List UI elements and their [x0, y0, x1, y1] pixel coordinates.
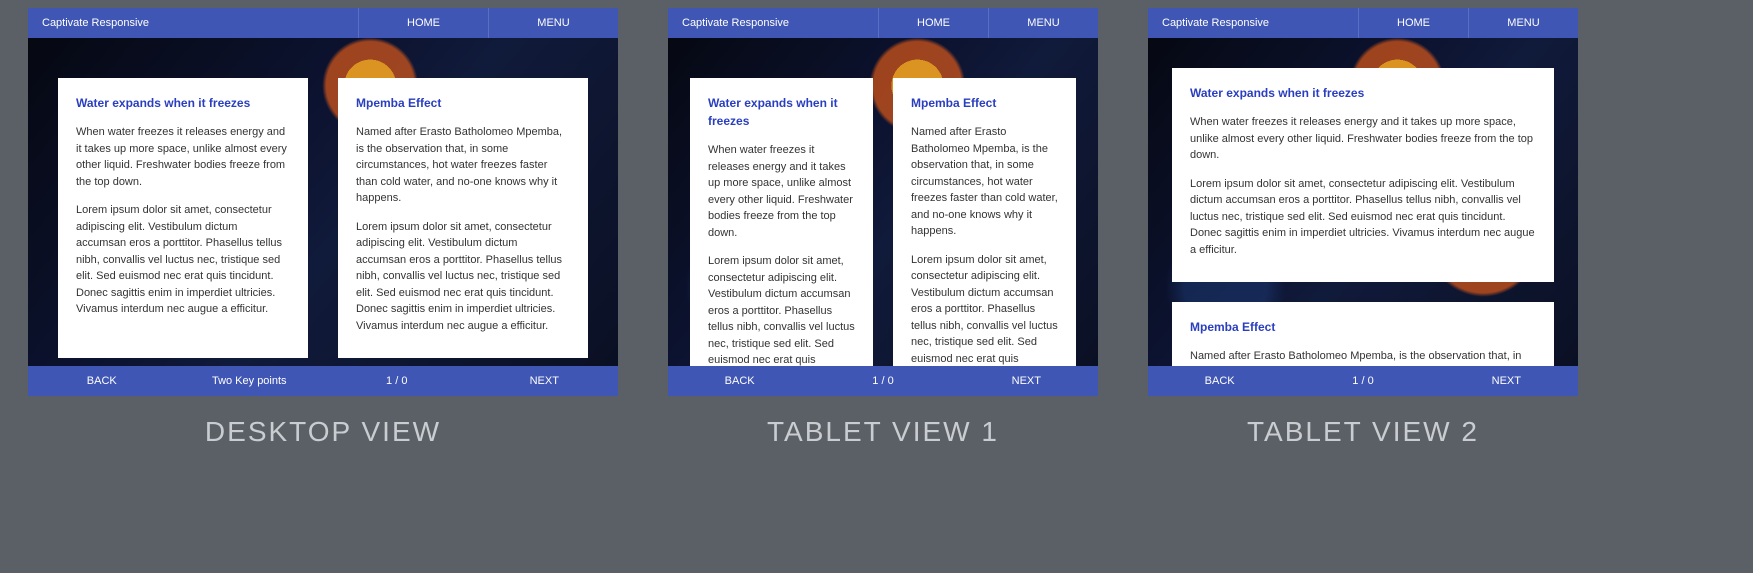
bottom-nav-bar: BACK 1 / 0 NEXT — [668, 366, 1098, 396]
nav-menu[interactable]: MENU — [1468, 8, 1578, 38]
card-paragraph: When water freezes it releases energy an… — [76, 124, 290, 190]
card-title: Water expands when it freezes — [708, 94, 855, 130]
page-indicator: 1 / 0 — [1291, 366, 1434, 396]
next-button[interactable]: NEXT — [471, 366, 619, 396]
card-mpemba: Mpemba Effect Named after Erasto Batholo… — [338, 78, 588, 358]
page-indicator: 1 / 0 — [811, 366, 954, 396]
card-water: Water expands when it freezes When water… — [58, 78, 308, 358]
card-title: Mpemba Effect — [356, 94, 570, 112]
card-mpemba: Mpemba Effect Named after Erasto Batholo… — [893, 78, 1076, 366]
brand-label: Captivate Responsive — [668, 17, 878, 29]
card-paragraph: Lorem ipsum dolor sit amet, consectetur … — [708, 253, 855, 366]
desktop-view-frame: Captivate Responsive HOME MENU Water exp… — [28, 8, 618, 396]
card-paragraph: When water freezes it releases energy an… — [1190, 114, 1536, 164]
bottom-nav-bar: BACK 1 / 0 NEXT — [1148, 366, 1578, 396]
top-nav-bar: Captivate Responsive HOME MENU — [1148, 8, 1578, 38]
tablet1-view-frame: Captivate Responsive HOME MENU Water exp… — [668, 8, 1098, 396]
card-water: Water expands when it freezes When water… — [1172, 68, 1554, 282]
view-caption-tablet2: TABLET VIEW 2 — [1247, 416, 1479, 448]
subtitle-label: Two Key points — [176, 366, 324, 396]
brand-label: Captivate Responsive — [1148, 17, 1358, 29]
view-caption-desktop: DESKTOP VIEW — [205, 416, 441, 448]
nav-home[interactable]: HOME — [1358, 8, 1468, 38]
brand-label: Captivate Responsive — [28, 17, 358, 29]
nav-menu[interactable]: MENU — [488, 8, 618, 38]
card-title: Mpemba Effect — [1190, 318, 1536, 336]
back-button[interactable]: BACK — [668, 366, 811, 396]
card-paragraph: Named after Erasto Batholomeo Mpemba, is… — [356, 124, 570, 207]
card-title: Water expands when it freezes — [1190, 84, 1536, 102]
next-button[interactable]: NEXT — [1435, 366, 1578, 396]
view-caption-tablet1: TABLET VIEW 1 — [767, 416, 999, 448]
top-nav-bar: Captivate Responsive HOME MENU — [668, 8, 1098, 38]
next-button[interactable]: NEXT — [955, 366, 1098, 396]
card-paragraph: Lorem ipsum dolor sit amet, consectetur … — [76, 202, 290, 318]
back-button[interactable]: BACK — [28, 366, 176, 396]
nav-home[interactable]: HOME — [878, 8, 988, 38]
card-title: Mpemba Effect — [911, 94, 1058, 112]
top-nav-bar: Captivate Responsive HOME MENU — [28, 8, 618, 38]
tablet2-view-frame: Captivate Responsive HOME MENU Water exp… — [1148, 8, 1578, 396]
nav-home[interactable]: HOME — [358, 8, 488, 38]
card-water: Water expands when it freezes When water… — [690, 78, 873, 366]
card-paragraph: When water freezes it releases energy an… — [708, 142, 855, 241]
bottom-nav-bar: BACK Two Key points 1 / 0 NEXT — [28, 366, 618, 396]
card-paragraph: Lorem ipsum dolor sit amet, consectetur … — [1190, 176, 1536, 259]
card-paragraph: Lorem ipsum dolor sit amet, consectetur … — [911, 252, 1058, 367]
card-mpemba: Mpemba Effect Named after Erasto Batholo… — [1172, 302, 1554, 366]
card-title: Water expands when it freezes — [76, 94, 290, 112]
page-indicator: 1 / 0 — [323, 366, 471, 396]
card-paragraph: Named after Erasto Batholomeo Mpemba, is… — [911, 124, 1058, 240]
back-button[interactable]: BACK — [1148, 366, 1291, 396]
card-paragraph: Named after Erasto Batholomeo Mpemba, is… — [1190, 348, 1536, 366]
nav-menu[interactable]: MENU — [988, 8, 1098, 38]
card-paragraph: Lorem ipsum dolor sit amet, consectetur … — [356, 219, 570, 335]
